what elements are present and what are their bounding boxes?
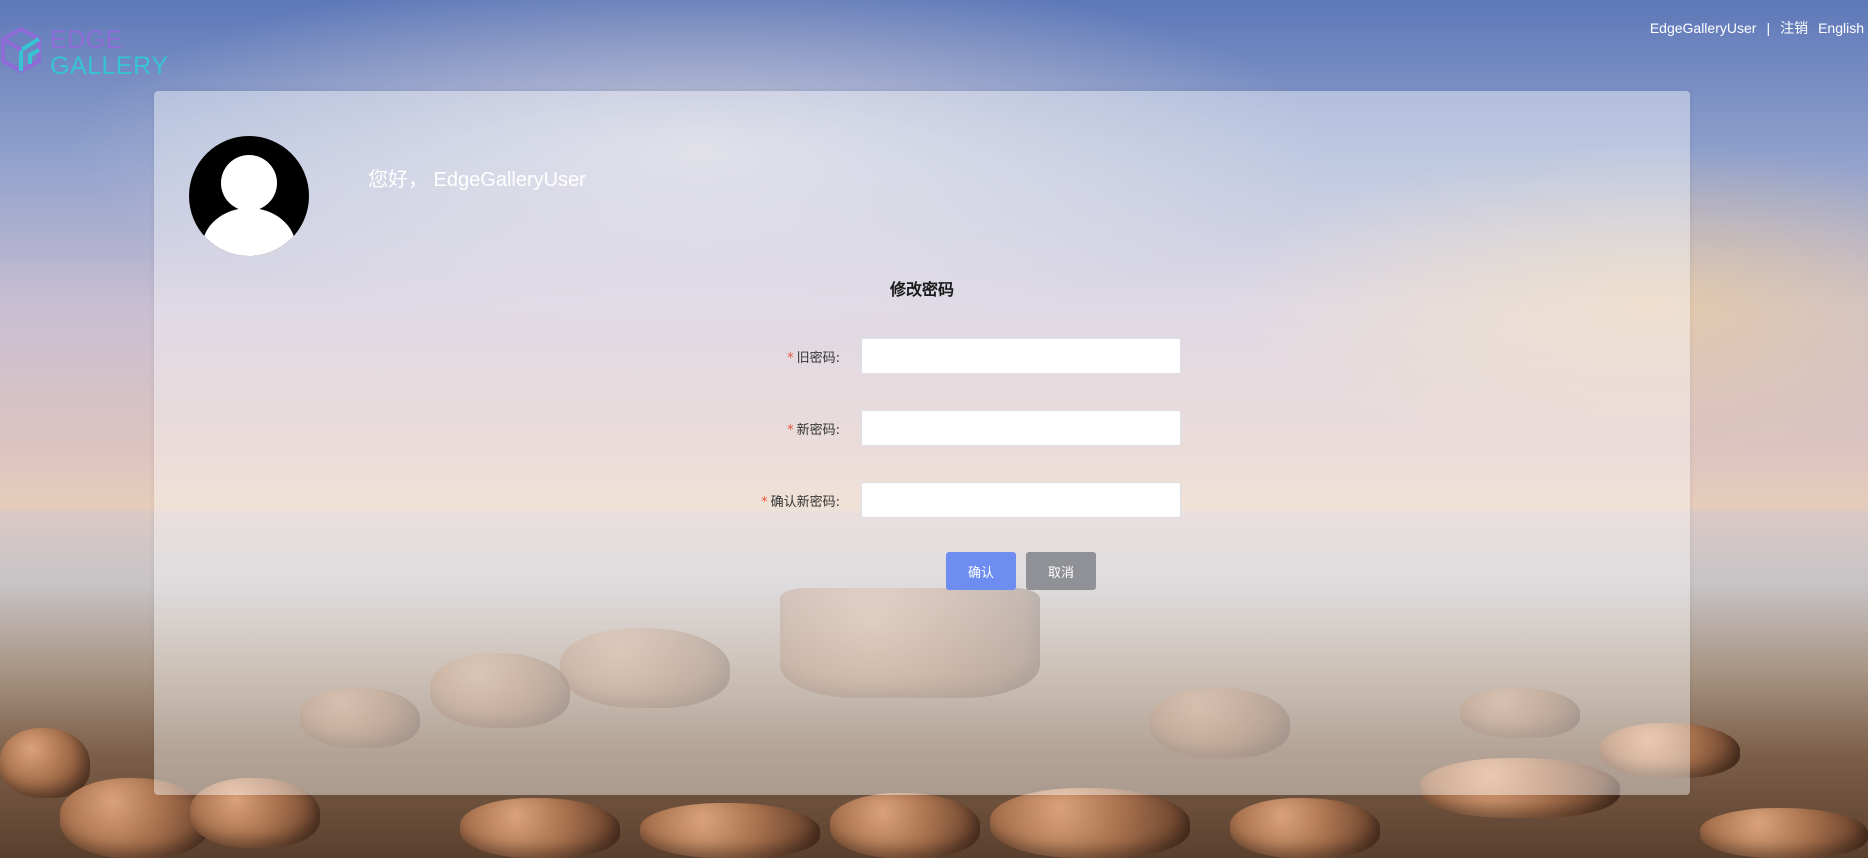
- required-mark: *: [787, 351, 794, 366]
- greeting-text: 您好， EdgeGalleryUser: [368, 169, 586, 191]
- old-password-input[interactable]: [861, 338, 1181, 374]
- old-password-label: * 旧密码:: [787, 351, 840, 366]
- user-name-link[interactable]: EdgeGalleryUser: [1650, 20, 1757, 36]
- new-password-input[interactable]: [861, 410, 1181, 446]
- brand-line1: EDGE: [50, 26, 123, 54]
- language-switch[interactable]: English: [1818, 20, 1864, 36]
- cube-logo-icon: [0, 26, 42, 80]
- brand-name: EDGE GALLERY: [50, 27, 168, 79]
- new-password-row: * 新密码:: [154, 410, 1690, 446]
- user-avatar-icon: [189, 136, 309, 256]
- top-nav: EdgeGalleryUser | 注销 English: [1650, 18, 1864, 38]
- confirm-button[interactable]: 确认: [946, 552, 1016, 590]
- nav-separator: |: [1766, 20, 1771, 36]
- confirm-password-input[interactable]: [861, 482, 1181, 518]
- required-mark: *: [787, 423, 794, 438]
- change-password-panel: 您好， EdgeGalleryUser 修改密码 * 旧密码: * 新密码: * 确认…: [154, 91, 1690, 795]
- cancel-button[interactable]: 取消: [1026, 552, 1096, 590]
- confirm-password-row: * 确认新密码:: [154, 482, 1690, 518]
- required-mark: *: [761, 495, 768, 510]
- brand-logo[interactable]: EDGE GALLERY: [0, 26, 168, 80]
- confirm-password-label: * 确认新密码:: [761, 495, 840, 510]
- logout-link[interactable]: 注销: [1780, 18, 1808, 38]
- form-title: 修改密码: [889, 280, 954, 299]
- new-password-label: * 新密码:: [787, 423, 840, 438]
- old-password-row: * 旧密码:: [154, 338, 1690, 374]
- brand-line2: GALLERY: [50, 52, 169, 80]
